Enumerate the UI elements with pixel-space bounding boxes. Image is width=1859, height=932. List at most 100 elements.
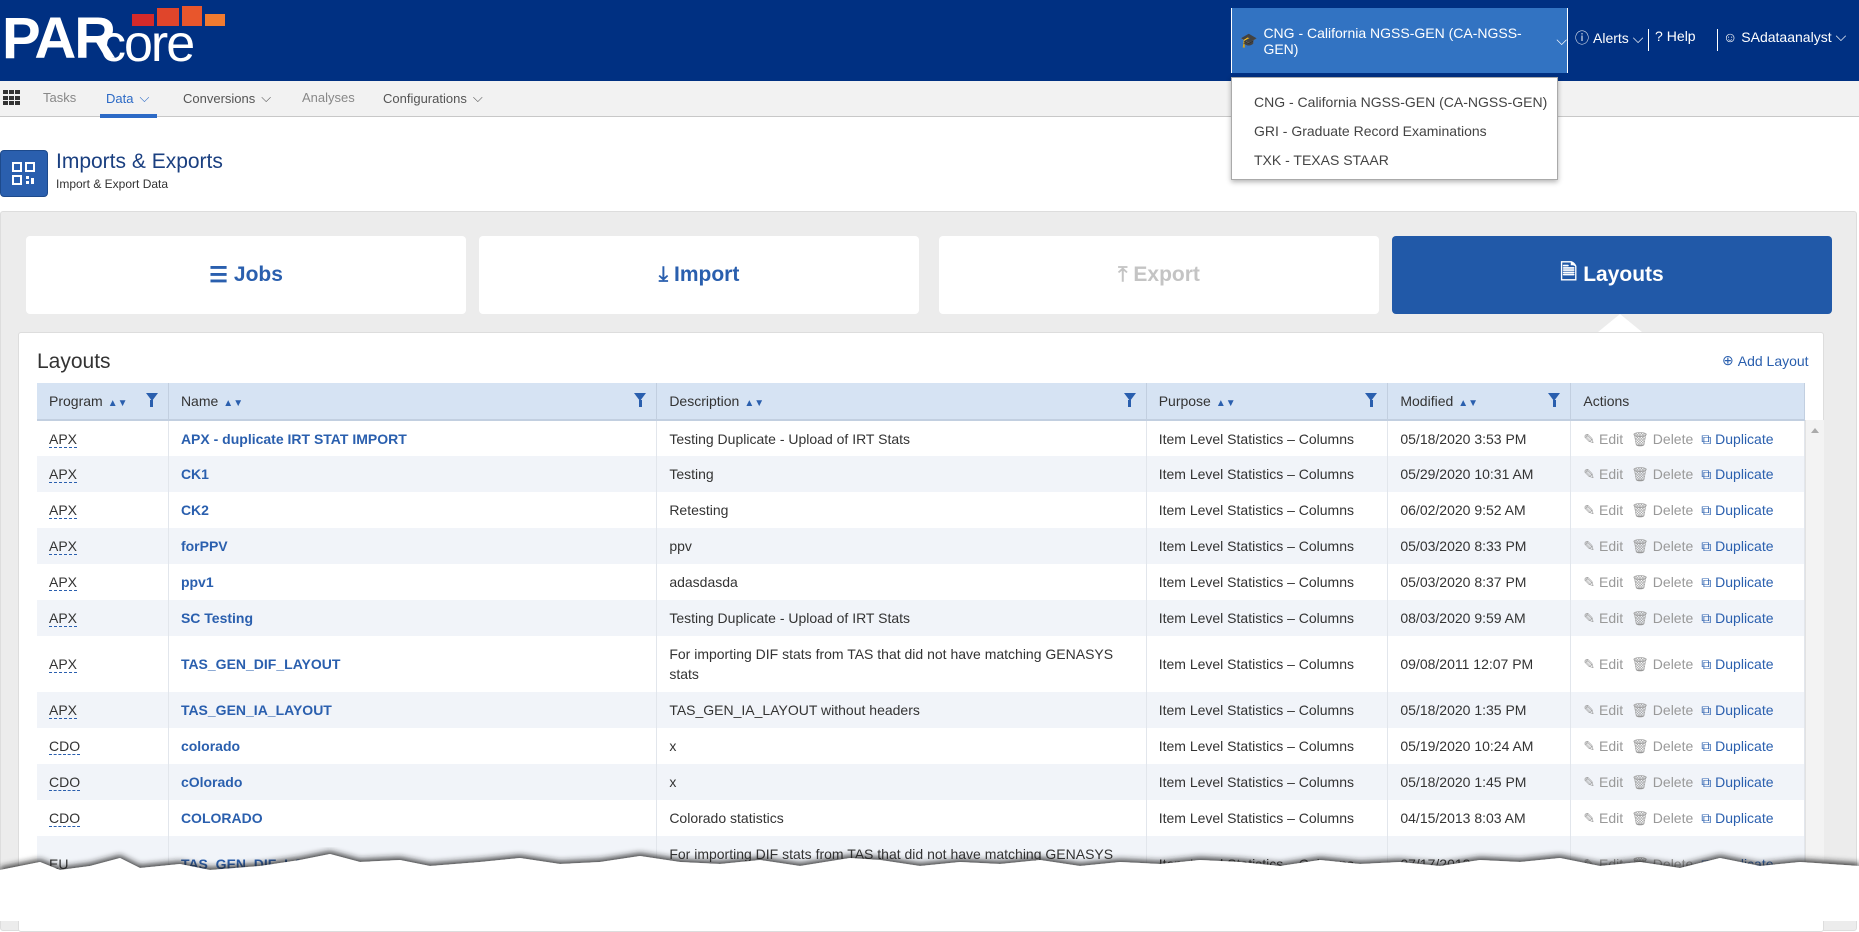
- program-code[interactable]: CDO: [49, 738, 81, 755]
- program-code[interactable]: CDO: [49, 774, 81, 791]
- nav-tasks[interactable]: Tasks: [43, 90, 76, 105]
- program-selector[interactable]: 🎓 CNG - California NGSS-GEN (CA-NGSS-GEN…: [1231, 8, 1568, 73]
- delete-button[interactable]: 🗑 Delete: [1631, 466, 1693, 482]
- cell-program: APX: [37, 492, 169, 528]
- delete-button[interactable]: 🗑 Delete: [1631, 656, 1693, 672]
- tab-layouts[interactable]: 🗎 Layouts: [1392, 236, 1832, 314]
- program-code[interactable]: APX: [49, 502, 78, 519]
- delete-button[interactable]: 🗑 Delete: [1631, 431, 1693, 447]
- delete-button[interactable]: 🗑 Delete: [1631, 738, 1693, 754]
- alerts-menu[interactable]: ⓘ Alerts ⌵: [1575, 28, 1643, 48]
- edit-button[interactable]: ✎ Edit: [1583, 502, 1623, 518]
- copy-icon: ⧉: [1701, 656, 1712, 672]
- delete-button[interactable]: 🗑 Delete: [1631, 538, 1693, 554]
- edit-button[interactable]: ✎ Edit: [1583, 702, 1623, 718]
- table-row: APX ppv1 adasdasda Item Level Statistics…: [37, 564, 1805, 600]
- filter-icon[interactable]: [1548, 393, 1561, 407]
- cell-description: Testing Duplicate - Upload of IRT Stats: [656, 600, 1147, 636]
- edit-button[interactable]: ✎ Edit: [1583, 610, 1623, 626]
- column-header-name[interactable]: Name ▲▼: [168, 383, 658, 421]
- cell-actions: ✎ Edit 🗑 Delete ⧉ Duplicate: [1570, 528, 1805, 564]
- delete-button[interactable]: 🗑 Delete: [1631, 574, 1693, 590]
- edit-button[interactable]: ✎ Edit: [1583, 431, 1623, 447]
- filter-icon[interactable]: [1365, 393, 1378, 407]
- duplicate-button[interactable]: ⧉ Duplicate: [1701, 538, 1773, 554]
- program-option[interactable]: TXK - TEXAS STAAR: [1232, 146, 1557, 175]
- duplicate-button[interactable]: ⧉ Duplicate: [1701, 610, 1773, 626]
- program-code[interactable]: APX: [49, 430, 78, 448]
- program-option[interactable]: CNG - California NGSS-GEN (CA-NGSS-GEN): [1232, 88, 1557, 117]
- delete-button[interactable]: 🗑 Delete: [1631, 702, 1693, 718]
- edit-button[interactable]: ✎ Edit: [1583, 810, 1623, 826]
- program-code[interactable]: APX: [49, 466, 78, 483]
- layout-name-link[interactable]: CK2: [181, 502, 209, 518]
- cell-modified: 08/03/2020 9:59 AM: [1387, 600, 1572, 636]
- duplicate-button[interactable]: ⧉ Duplicate: [1701, 774, 1773, 790]
- cell-modified: 05/19/2020 10:24 AM: [1387, 728, 1572, 764]
- table-row: APX TAS_GEN_DIF_LAYOUT For importing DIF…: [37, 636, 1805, 692]
- delete-button[interactable]: 🗑 Delete: [1631, 502, 1693, 518]
- column-header-purpose[interactable]: Purpose ▲▼: [1146, 383, 1389, 421]
- duplicate-button[interactable]: ⧉ Duplicate: [1701, 810, 1773, 826]
- duplicate-button[interactable]: ⧉ Duplicate: [1701, 574, 1773, 590]
- table-row: CDO cOlorado x Item Level Statistics – C…: [37, 764, 1805, 800]
- layout-name-link[interactable]: COLORADO: [181, 810, 263, 826]
- duplicate-button[interactable]: ⧉ Duplicate: [1701, 466, 1773, 482]
- edit-button[interactable]: ✎ Edit: [1583, 774, 1623, 790]
- layout-name-link[interactable]: CK1: [181, 466, 209, 482]
- layout-name-link[interactable]: APX - duplicate IRT STAT IMPORT: [181, 431, 407, 447]
- program-option[interactable]: GRI - Graduate Record Examinations: [1232, 117, 1557, 146]
- filter-icon[interactable]: [634, 393, 647, 407]
- filter-icon[interactable]: [1123, 393, 1136, 407]
- layout-name-link[interactable]: TAS_GEN_DIF_LAYOUT: [181, 656, 340, 672]
- cell-modified: 05/18/2020 1:35 PM: [1387, 692, 1572, 728]
- column-header-description[interactable]: Description ▲▼: [656, 383, 1147, 421]
- nav-analyses[interactable]: Analyses: [302, 90, 355, 105]
- duplicate-button[interactable]: ⧉ Duplicate: [1701, 702, 1773, 718]
- nav-data[interactable]: Data ⌵: [106, 90, 149, 106]
- delete-button[interactable]: 🗑 Delete: [1631, 810, 1693, 826]
- tab-jobs[interactable]: ☰ Jobs: [26, 236, 466, 314]
- program-code[interactable]: APX: [49, 610, 78, 627]
- layout-name-link[interactable]: colorado: [181, 738, 240, 754]
- layout-name-link[interactable]: forPPV: [181, 538, 228, 554]
- add-layout-button[interactable]: ⊕ Add Layout: [1722, 352, 1809, 369]
- cell-name: forPPV: [168, 528, 658, 564]
- program-code[interactable]: APX: [49, 574, 78, 591]
- trash-icon: 🗑: [1631, 466, 1649, 482]
- duplicate-button[interactable]: ⧉ Duplicate: [1701, 431, 1773, 447]
- nav-configurations[interactable]: Configurations ⌵: [383, 90, 483, 106]
- layout-name-link[interactable]: ppv1: [181, 574, 214, 590]
- duplicate-button[interactable]: ⧉ Duplicate: [1701, 502, 1773, 518]
- edit-button[interactable]: ✎ Edit: [1583, 466, 1623, 482]
- edit-button[interactable]: ✎ Edit: [1583, 574, 1623, 590]
- help-link[interactable]: ? Help: [1655, 28, 1696, 44]
- filter-icon[interactable]: [145, 393, 158, 407]
- program-code[interactable]: APX: [49, 702, 78, 719]
- delete-button[interactable]: 🗑 Delete: [1631, 610, 1693, 626]
- duplicate-button[interactable]: ⧉ Duplicate: [1701, 738, 1773, 754]
- duplicate-button[interactable]: ⧉ Duplicate: [1701, 656, 1773, 672]
- delete-button[interactable]: 🗑 Delete: [1631, 774, 1693, 790]
- program-code[interactable]: APX: [49, 538, 78, 555]
- apps-grid-icon[interactable]: [3, 90, 21, 106]
- tab-import[interactable]: ⤓ Import: [479, 236, 919, 314]
- program-code[interactable]: CDO: [49, 810, 81, 827]
- edit-button[interactable]: ✎ Edit: [1583, 538, 1623, 554]
- copy-icon: ⧉: [1701, 810, 1712, 826]
- user-menu[interactable]: ☺ SAdataanalyst ⌵: [1723, 28, 1846, 45]
- cell-description: Retesting: [656, 492, 1147, 528]
- layout-name-link[interactable]: TAS_GEN_IA_LAYOUT: [181, 702, 332, 718]
- parcore-logo[interactable]: PAR core: [2, 6, 242, 70]
- edit-button[interactable]: ✎ Edit: [1583, 738, 1623, 754]
- program-code[interactable]: APX: [49, 656, 78, 673]
- trash-icon: 🗑: [1631, 430, 1649, 447]
- column-header-program[interactable]: Program ▲▼: [37, 383, 169, 421]
- edit-button[interactable]: ✎ Edit: [1583, 656, 1623, 672]
- trash-icon: 🗑: [1631, 502, 1649, 518]
- layout-name-link[interactable]: SC Testing: [181, 610, 253, 626]
- layout-name-link[interactable]: cOlorado: [181, 774, 242, 790]
- trash-icon: 🗑: [1631, 610, 1649, 626]
- nav-conversions[interactable]: Conversions ⌵: [183, 90, 271, 106]
- column-header-modified[interactable]: Modified ▲▼: [1387, 383, 1572, 421]
